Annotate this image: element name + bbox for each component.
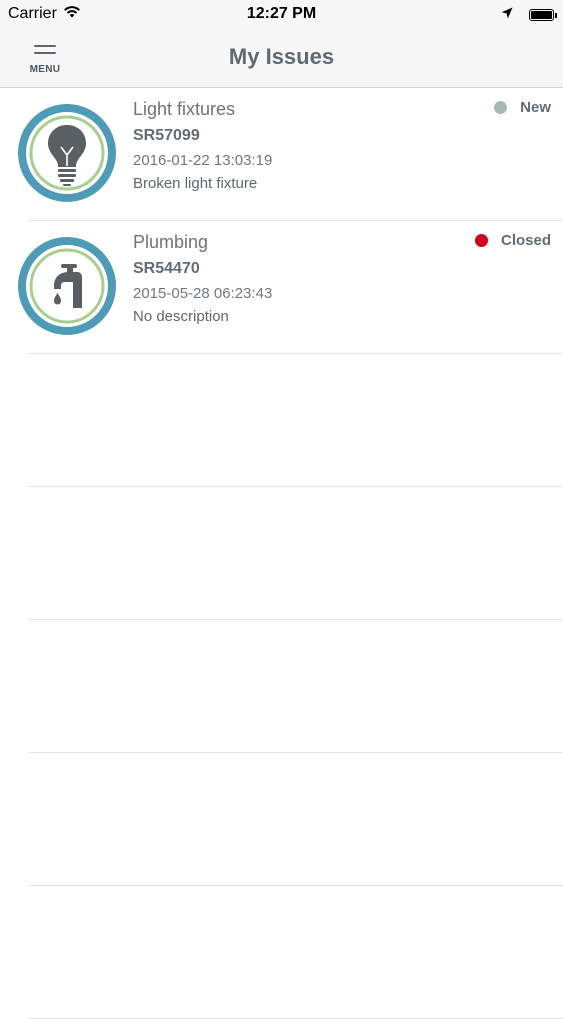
empty-row xyxy=(28,354,563,487)
issue-id: SR54470 xyxy=(133,260,200,277)
status-right xyxy=(501,6,557,24)
location-arrow-icon xyxy=(501,6,513,24)
status-dot xyxy=(494,101,508,114)
nav-bar: MENU My Issues xyxy=(0,30,563,88)
issue-id: SR57099 xyxy=(133,127,200,144)
status-label: New xyxy=(520,99,551,116)
empty-row xyxy=(28,753,563,886)
issue-list: Light fixtures SR57099 2016-01-22 13:03:… xyxy=(0,88,563,1019)
issue-description: Broken light fixture xyxy=(133,175,258,192)
empty-row xyxy=(28,487,563,620)
empty-row xyxy=(28,886,563,1019)
issue-date: 2015-05-28 06:23:43 xyxy=(133,285,273,302)
status-bar: Carrier 12:27 PM xyxy=(0,0,563,30)
page-title: My Issues xyxy=(228,44,335,69)
issue-category: Light fixtures xyxy=(133,99,236,119)
clock: 12:27 PM xyxy=(246,5,317,22)
status-label: Closed xyxy=(500,232,551,249)
lightbulb-icon xyxy=(17,103,117,203)
battery-icon xyxy=(529,9,557,21)
issue-row[interactable]: Plumbing SR54470 2015-05-28 06:23:43 No … xyxy=(18,221,563,354)
issue-description: No description xyxy=(133,308,229,325)
empty-row xyxy=(28,620,563,753)
status-dot xyxy=(474,234,488,247)
issue-category: Plumbing xyxy=(133,232,209,252)
faucet-icon xyxy=(17,236,117,336)
status-badge: Closed xyxy=(474,232,551,249)
status-badge: New xyxy=(494,99,551,116)
issue-row[interactable]: Light fixtures SR57099 2016-01-22 13:03:… xyxy=(18,88,563,221)
issue-date: 2016-01-22 13:03:19 xyxy=(133,152,273,169)
